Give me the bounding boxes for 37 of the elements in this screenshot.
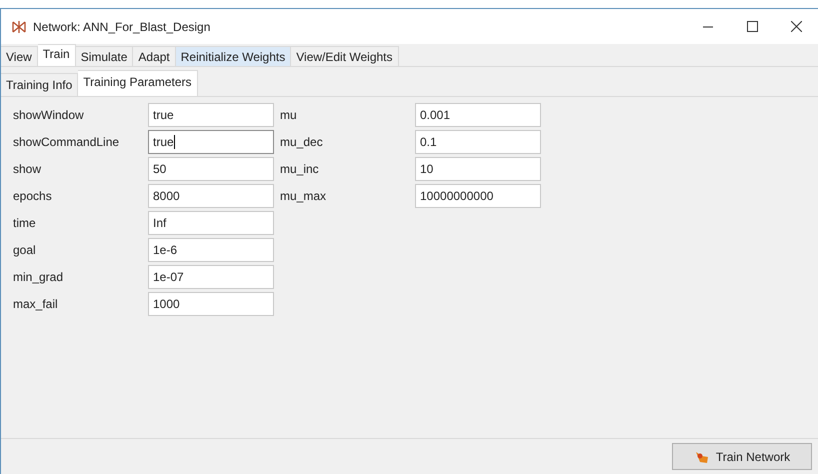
parameter-label: mu xyxy=(280,106,298,124)
parameter-field[interactable]: 1000 xyxy=(148,292,274,316)
parameter-label: show xyxy=(13,160,42,178)
parameter-field[interactable]: 50 xyxy=(148,156,274,180)
parameter-field[interactable]: true xyxy=(148,130,274,154)
maximize-icon xyxy=(746,21,758,32)
parameter-label: max_fail xyxy=(13,296,59,312)
train-network-button[interactable]: Train Network xyxy=(672,443,812,470)
parameter-field[interactable]: 8000 xyxy=(148,184,274,208)
parameter-label: showCommandLine xyxy=(13,134,120,150)
tab[interactable]: View xyxy=(1,46,38,66)
parameter-field[interactable]: 0.1 xyxy=(415,130,541,154)
parameter-field[interactable]: Inf xyxy=(148,210,274,234)
network-icon xyxy=(11,20,27,34)
parameter-label: time xyxy=(13,214,37,232)
parameter-label: goal xyxy=(13,242,37,258)
tab[interactable]: Training Info xyxy=(1,73,78,96)
parameter-field[interactable]: 1e-6 xyxy=(148,238,274,262)
parameter-label: epochs xyxy=(13,188,53,204)
close-icon xyxy=(790,21,802,32)
parameter-label: mu_dec xyxy=(280,134,324,150)
tab[interactable]: Simulate xyxy=(76,46,134,66)
tab[interactable]: Adapt xyxy=(133,46,176,66)
parameter-label: min_grad xyxy=(13,268,64,286)
parameter-label: showWindow xyxy=(13,106,85,124)
parameter-field[interactable]: 0.001 xyxy=(415,102,541,126)
tab[interactable]: View/Edit Weights xyxy=(291,46,399,66)
parameter-field[interactable]: 10000000000 xyxy=(415,184,541,208)
parameter-label: mu_inc xyxy=(280,160,320,178)
tab[interactable]: Train xyxy=(38,44,76,66)
window-title: Network: ANN_For_Blast_Design xyxy=(33,18,210,36)
parameter-field[interactable]: 10 xyxy=(415,156,541,180)
tab[interactable]: Training Parameters xyxy=(78,70,198,96)
parameter-field[interactable]: true xyxy=(148,102,274,126)
parameter-label: mu_max xyxy=(280,188,328,204)
tab[interactable]: Reinitialize Weights xyxy=(176,46,292,66)
parameter-field[interactable]: 1e-07 xyxy=(148,264,274,288)
